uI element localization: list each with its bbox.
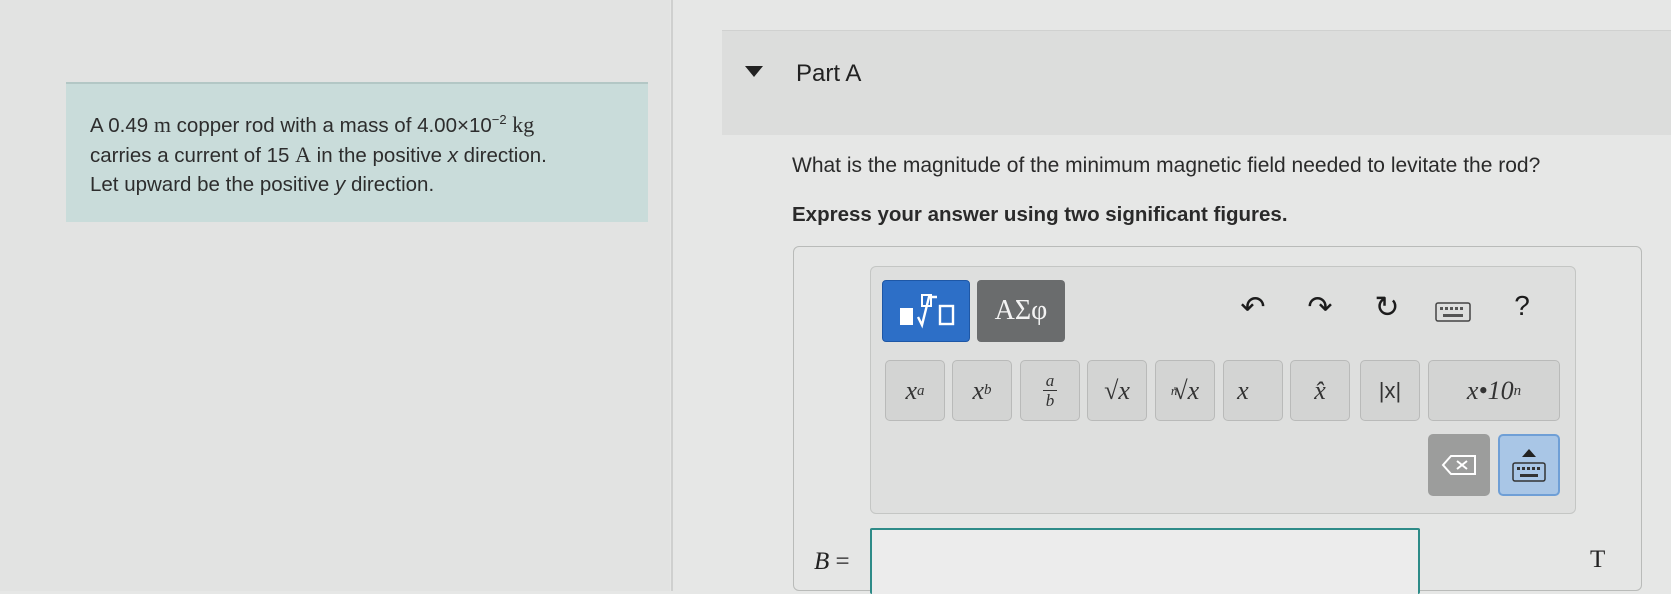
problem-text: A 0.49 <box>90 114 154 137</box>
square-root-key[interactable]: √x <box>1087 360 1147 421</box>
fraction-key[interactable]: a b <box>1020 360 1080 421</box>
key-text: √x <box>1173 375 1200 405</box>
absolute-value-key[interactable]: |x| <box>1360 360 1420 421</box>
subscript-key[interactable]: xb <box>952 360 1012 421</box>
part-header[interactable] <box>722 30 1671 135</box>
keyboard-shortcuts-button[interactable] <box>1433 296 1473 330</box>
equals-sign: = <box>829 548 850 575</box>
answer-unit-label: T <box>1590 546 1606 573</box>
undo-icon[interactable]: ↶ <box>1233 290 1273 325</box>
redo-icon[interactable]: ↷ <box>1300 290 1340 325</box>
problem-text: Let upward be the positive <box>90 173 336 196</box>
problem-statement: A 0.49 m copper rod with a mass of 4.00×… <box>66 82 648 222</box>
unit-vector-key[interactable]: x̂ <box>1290 360 1350 421</box>
part-title: Part A <box>796 60 862 87</box>
x-variable: x <box>447 144 458 167</box>
templates-icon <box>900 294 955 329</box>
exponent: −2 <box>491 112 507 128</box>
problem-text: direction. <box>345 173 435 196</box>
unit-meter: m <box>153 112 171 137</box>
fraction-numerator: a <box>1045 371 1055 390</box>
nth-root-key[interactable]: n √x <box>1155 360 1215 421</box>
superscript-key[interactable]: xa <box>885 360 945 421</box>
greek-symbols-button[interactable]: ΑΣφ <box>977 280 1065 342</box>
unit-kilogram: kg <box>512 112 535 137</box>
templates-button[interactable] <box>882 280 970 342</box>
key-text: x•10 <box>1466 375 1514 405</box>
keyboard-icon <box>1512 461 1546 482</box>
backspace-button[interactable] <box>1428 434 1490 496</box>
y-variable: y <box>335 173 346 196</box>
key-sub: b <box>984 382 992 398</box>
problem-text: carries a current of 15 <box>90 144 296 167</box>
fraction-glyph: a b <box>1043 372 1057 409</box>
answer-variable-label: B = <box>814 548 850 576</box>
up-arrow-icon <box>1522 448 1536 457</box>
instruction-text: Express your answer using two significan… <box>792 203 1288 226</box>
help-icon[interactable]: ? <box>1502 290 1542 322</box>
problem-text: in the positive <box>310 144 448 167</box>
question-text: What is the magnitude of the minimum mag… <box>792 154 1541 177</box>
keyboard-toggle-button[interactable] <box>1498 434 1560 496</box>
backspace-icon <box>1441 455 1476 475</box>
answer-input[interactable] <box>870 528 1420 594</box>
vector-key[interactable]: x⃗ <box>1223 360 1283 421</box>
unit-ampere: A <box>295 142 311 167</box>
reset-icon[interactable]: ↻ <box>1367 290 1407 325</box>
problem-text: copper rod with a mass of 4.00×10 <box>170 114 492 137</box>
fraction-denominator: b <box>1045 391 1055 410</box>
key-text: x <box>905 375 918 405</box>
key-text: x <box>972 375 985 405</box>
problem-text: direction. <box>457 144 547 167</box>
scientific-notation-key[interactable]: x•10 n <box>1428 360 1560 421</box>
variable-symbol: B <box>814 548 830 575</box>
collapse-caret-icon[interactable] <box>745 66 763 77</box>
pane-divider <box>671 0 673 591</box>
keyboard-icon <box>1435 302 1471 322</box>
